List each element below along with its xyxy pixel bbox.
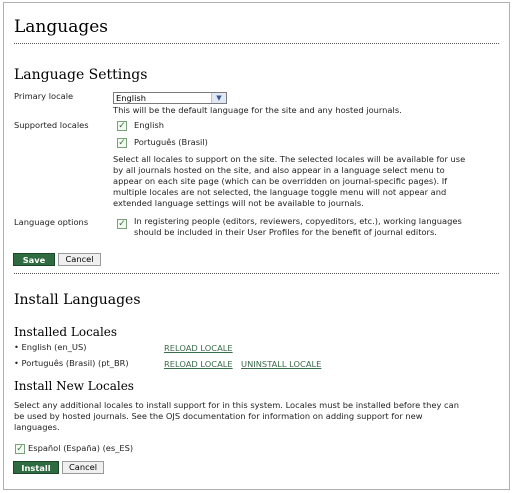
- language-options-label: Language options: [14, 217, 89, 227]
- supported-locale-portuguese: Português (Brasil): [134, 137, 208, 147]
- install-help-line: languages.: [14, 422, 60, 432]
- reload-locale-link[interactable]: RELOAD LOCALE: [164, 343, 233, 353]
- divider: [14, 43, 499, 44]
- primary-locale-help: This will be the default language for th…: [113, 105, 402, 115]
- install-help-line: Select any additional locales to install…: [14, 400, 459, 410]
- supported-help-line: Select all locales to support on the sit…: [113, 154, 466, 164]
- language-options-text: should be included in their User Profile…: [134, 227, 437, 237]
- section-heading-language-settings: Language Settings: [14, 67, 148, 83]
- supported-locales-label: Supported locales: [14, 120, 89, 130]
- install-help-line: be used by hosted journals. See the OJS …: [14, 411, 423, 421]
- installed-locale-name: • Português (Brasil) (pt_BR): [14, 358, 129, 368]
- chevron-down-icon[interactable]: ▼: [211, 93, 226, 103]
- checkbox-espanol[interactable]: ✓: [15, 444, 25, 454]
- save-button[interactable]: Save: [13, 253, 55, 266]
- install-new-locales-heading: Install New Locales: [14, 379, 134, 393]
- install-button[interactable]: Install: [13, 461, 59, 474]
- cancel-install-button[interactable]: Cancel: [62, 461, 104, 474]
- supported-help-line: appear on each site page (which can be o…: [113, 176, 448, 186]
- supported-help-line: extended language settings will not be a…: [113, 198, 364, 208]
- reload-locale-link[interactable]: RELOAD LOCALE: [164, 359, 233, 369]
- supported-locale-english: English: [134, 120, 164, 130]
- installed-locale-name: • English (en_US): [14, 342, 87, 352]
- primary-locale-label: Primary locale: [14, 91, 74, 101]
- installed-locales-heading: Installed Locales: [14, 325, 118, 339]
- checkbox-english[interactable]: ✓: [117, 121, 127, 131]
- section-heading-install-languages: Install Languages: [14, 292, 141, 308]
- checkbox-working-languages[interactable]: ✓: [117, 219, 127, 229]
- cancel-button[interactable]: Cancel: [58, 253, 101, 266]
- language-options-text: In registering people (editors, reviewer…: [134, 216, 462, 226]
- main-panel: Languages Language Settings Primary loca…: [3, 2, 510, 490]
- primary-locale-value: English: [116, 93, 146, 103]
- checkbox-portuguese[interactable]: ✓: [117, 138, 127, 148]
- supported-help-line: multiple locales are not selected, the l…: [113, 187, 447, 197]
- uninstall-locale-link[interactable]: UNINSTALL LOCALE: [241, 359, 321, 369]
- new-locale-label: Español (España) (es_ES): [28, 443, 134, 453]
- supported-help-line: by all journals hosted on the site, and …: [113, 165, 445, 175]
- page-title: Languages: [14, 17, 109, 37]
- primary-locale-select[interactable]: English ▼: [113, 92, 227, 104]
- divider: [14, 273, 499, 274]
